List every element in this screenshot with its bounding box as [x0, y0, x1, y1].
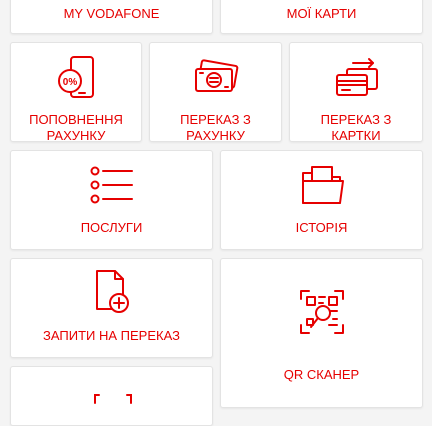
svg-text:0%: 0%: [63, 77, 78, 88]
folder-icon: [300, 163, 346, 207]
money-hryvnia-icon: [194, 59, 240, 97]
tile-qr-scanner[interactable]: QR СКАНЕР: [220, 258, 423, 408]
tile-services[interactable]: ПОСЛУГИ: [10, 150, 213, 250]
qr-scan-icon: [299, 289, 345, 335]
tile-partial[interactable]: [10, 366, 213, 426]
tile-my-vodafone[interactable]: MY VODAFONE: [10, 0, 213, 34]
tile-my-cards-label: МОЇ КАРТИ: [286, 6, 357, 21]
tile-transfer-from-account[interactable]: ПЕРЕКАЗ З РАХУНКУ: [149, 42, 282, 143]
tile-my-cards[interactable]: МОЇ КАРТИ: [220, 0, 423, 34]
bracket-icon: [93, 393, 133, 405]
document-add-icon: [93, 269, 133, 315]
tile-transfer-requests[interactable]: ЗАПИТИ НА ПЕРЕКАЗ: [10, 258, 213, 358]
tile-top-up[interactable]: 0% ПОПОВНЕННЯ РАХУНКУ: [10, 42, 142, 143]
tile-my-vodafone-label: MY VODAFONE: [63, 6, 160, 21]
phone-percent-icon: 0%: [55, 55, 99, 101]
tile-transfer-requests-label: ЗАПИТИ НА ПЕРЕКАЗ: [43, 328, 180, 343]
tile-top-up-label: ПОПОВНЕННЯ РАХУНКУ: [29, 112, 123, 143]
tile-services-label: ПОСЛУГИ: [80, 220, 143, 235]
list-icon: [89, 165, 135, 205]
tile-transfer-from-card-label: ПЕРЕКАЗ З КАРТКИ: [320, 112, 392, 143]
tile-transfer-from-card[interactable]: ПЕРЕКАЗ З КАРТКИ: [289, 42, 423, 143]
tile-history-label: ІСТОРІЯ: [295, 220, 348, 235]
card-transfer-icon: [333, 57, 381, 99]
tile-qr-scanner-label: QR СКАНЕР: [283, 367, 360, 382]
tile-transfer-from-account-label: ПЕРЕКАЗ З РАХУНКУ: [180, 112, 251, 143]
tile-history[interactable]: ІСТОРІЯ: [220, 150, 423, 250]
